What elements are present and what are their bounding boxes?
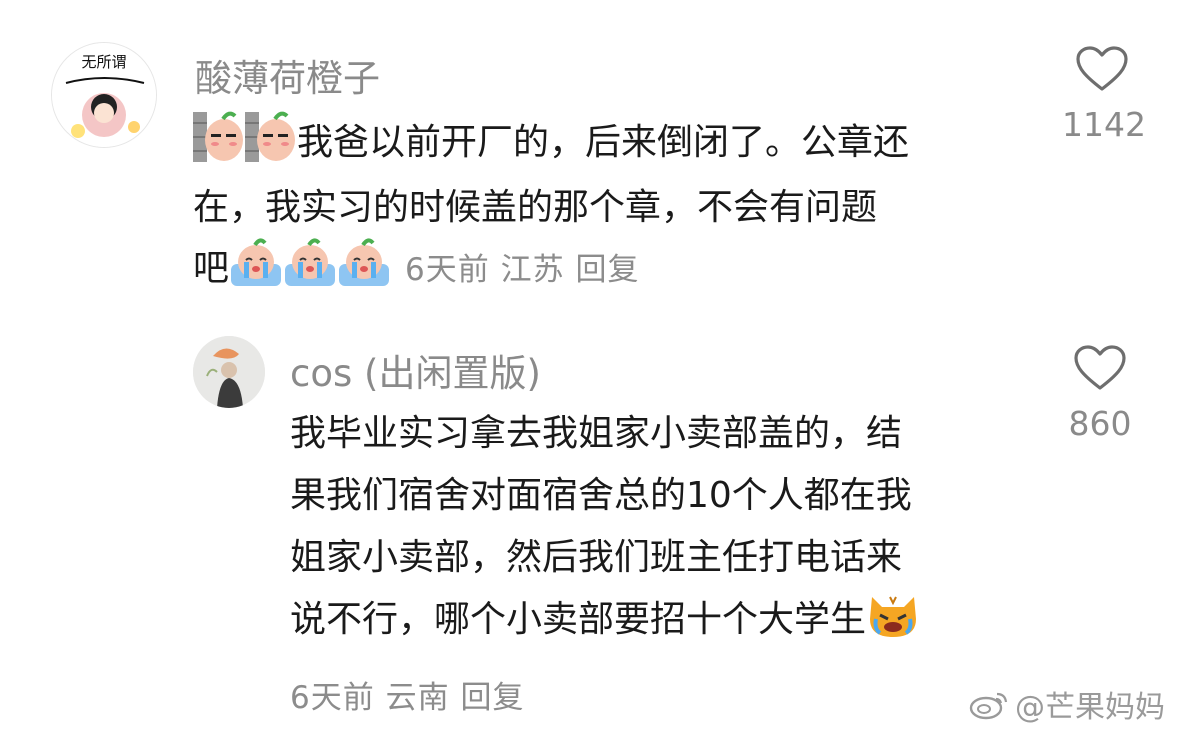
comment-item: 无所谓 酸薄荷橙子 我爸以前开厂的，后来倒闭了。公章还 在，我实习的时候盖的那个… (0, 0, 1179, 320)
watermark-text: @芒果妈妈 (1015, 690, 1165, 725)
reply-button[interactable]: 回复 (460, 680, 524, 716)
comment-line: 我爸以前开厂的，后来倒闭了。公章还 (193, 108, 1013, 179)
crying-emoji (283, 236, 337, 305)
comment-text: 我毕业实习拿去我姐家小卖部盖的，结 果我们宿舍对面宿舍总的10个人都在我 姐家小… (290, 403, 1050, 659)
crying-emoji (337, 236, 391, 305)
crying-emoji (229, 236, 283, 305)
username[interactable]: cos (出闲置版) (290, 343, 541, 397)
like-button[interactable]: 1142 (1062, 45, 1146, 144)
timestamp: 6天前 (290, 680, 375, 716)
location: 江苏 (500, 252, 565, 288)
watermark: @芒果妈妈 (969, 682, 1165, 726)
heart-outline-icon (1074, 345, 1126, 390)
comment-meta: 6天前 江苏 回复 (405, 252, 639, 288)
thinking-wall-emoji (245, 108, 297, 179)
comment-line-text: 我爸以前开厂的，后来倒闭了。公章还 (297, 122, 910, 163)
comment-text: 我爸以前开厂的，后来倒闭了。公章还 在，我实习的时候盖的那个章，不会有问题 吧 (193, 108, 1013, 305)
comment-line: 在，我实习的时候盖的那个章，不会有问题 (193, 187, 878, 228)
crying-cat-emoji (866, 589, 920, 659)
thinking-wall-emoji (193, 108, 245, 179)
comment-meta: 6天前 云南 回复 (290, 672, 524, 717)
like-count: 860 (1068, 404, 1132, 443)
heart-outline-icon (1076, 46, 1128, 91)
reply-button[interactable]: 回复 (575, 252, 639, 288)
timestamp: 6天前 (405, 252, 490, 288)
comment-line: 果我们宿舍对面宿舍总的10个人都在我 (290, 475, 912, 516)
avatar[interactable] (193, 336, 265, 408)
avatar[interactable]: 无所谓 (51, 42, 157, 148)
location: 云南 (385, 680, 450, 716)
avatar-caption: 无所谓 (81, 53, 126, 71)
comment-line-text: 吧 (193, 248, 230, 289)
username[interactable]: 酸薄荷橙子 (195, 48, 380, 102)
like-count: 1142 (1062, 105, 1146, 144)
like-button[interactable]: 860 (1060, 344, 1140, 443)
comment-line-text: 说不行，哪个小卖部要招十个大学生 (290, 599, 867, 640)
comment-line: 我毕业实习拿去我姐家小卖部盖的，结 (290, 413, 903, 454)
comment-line: 姐家小卖部，然后我们班主任打电话来 (290, 537, 903, 578)
reply-comment-item: cos (出闲置版) 我毕业实习拿去我姐家小卖部盖的，结 果我们宿舍对面宿舍总的… (0, 320, 1179, 736)
comment-line: 说不行，哪个小卖部要招十个大学生 (290, 589, 1050, 659)
weibo-logo-icon (969, 692, 1008, 720)
comment-line: 吧 6天前 江苏 回复 (193, 236, 1013, 305)
